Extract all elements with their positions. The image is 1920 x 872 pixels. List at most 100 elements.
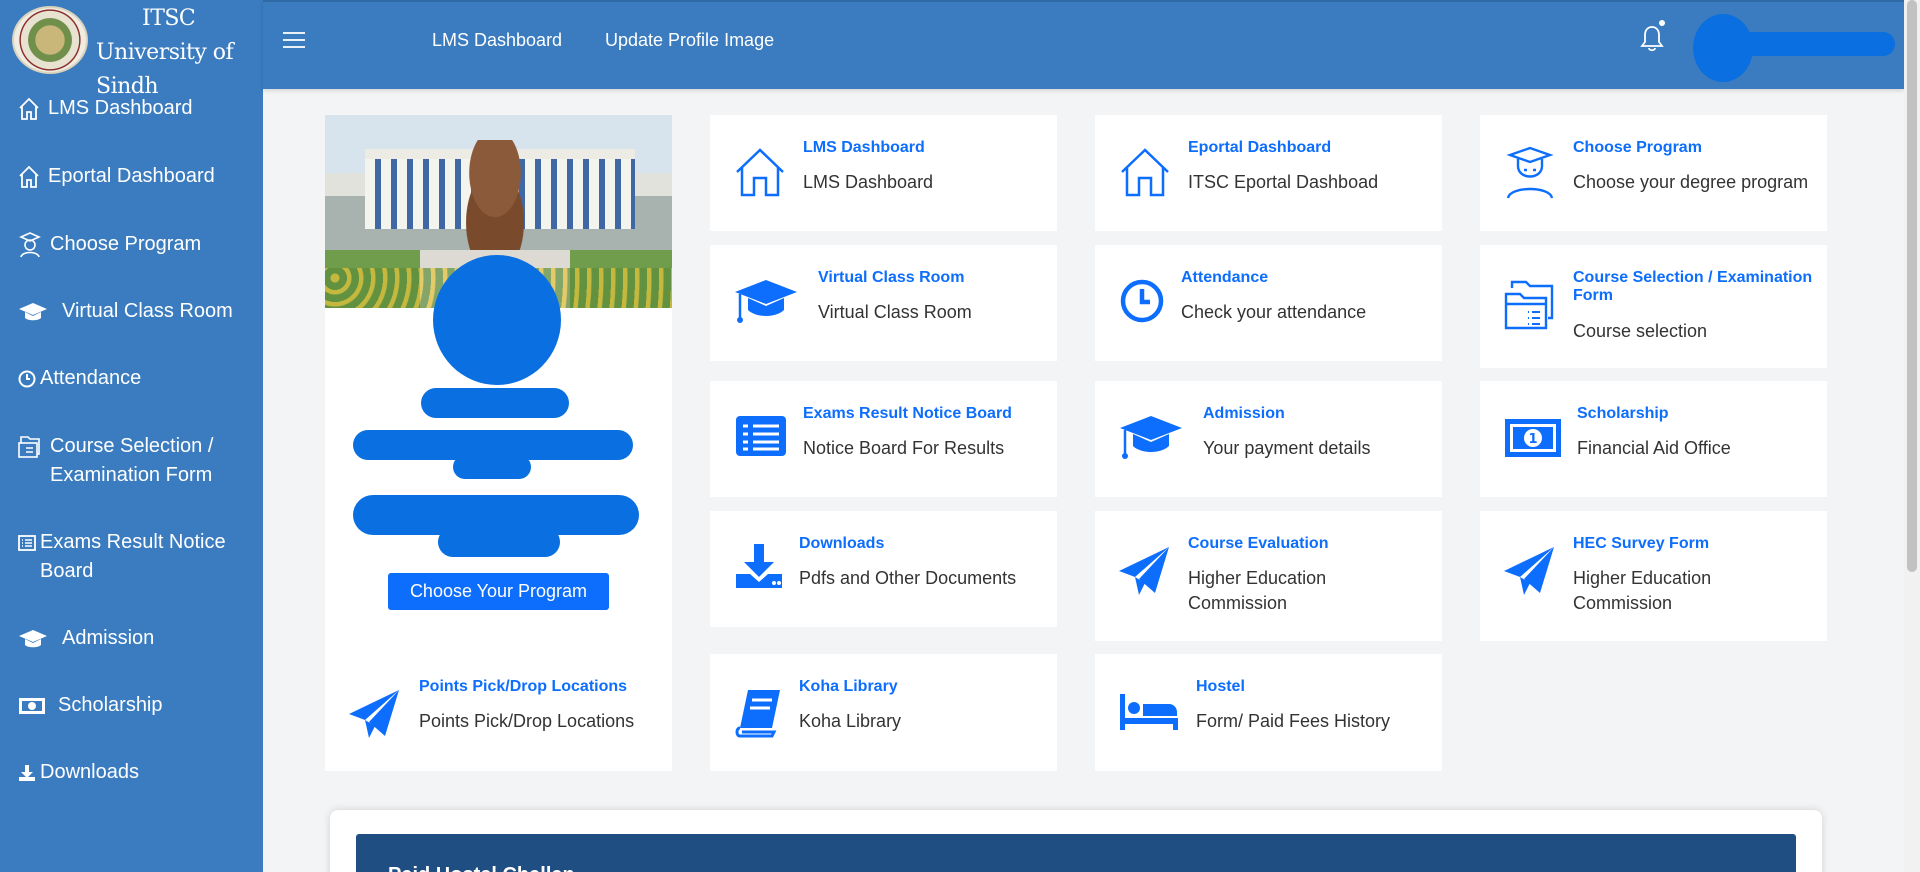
card-subtitle: LMS Dashboard — [803, 172, 934, 192]
card-admission[interactable]: Admission Your payment details — [1095, 381, 1442, 497]
card-subtitle: Virtual Class Room — [818, 302, 972, 322]
brand-line-2: University of Sindh — [96, 40, 234, 99]
card-subtitle: Points Pick/Drop Locations — [419, 711, 635, 731]
sidebar: ITSC University of Sindh LMS Dashboard E… — [0, 0, 263, 872]
sidebar-item-label: Choose Program — [50, 233, 202, 255]
card-subtitle: Form/ Paid Fees History — [1196, 711, 1391, 731]
scrollbar-thumb[interactable] — [1907, 0, 1917, 572]
money-icon: 1 — [1504, 418, 1562, 458]
home-icon — [734, 146, 786, 198]
topnav-link-lms-dashboard[interactable]: LMS Dashboard — [432, 30, 562, 51]
card-subtitle: Koha Library — [799, 711, 902, 731]
sidebar-item-label: Admission — [62, 627, 155, 649]
sidebar-item-choose-program[interactable]: Choose Program — [0, 230, 263, 259]
sidebar-item-admission[interactable]: Admission — [0, 624, 263, 653]
paper-plane-icon — [1502, 545, 1556, 597]
sidebar-item-label: Exams Result Notice Board — [40, 531, 226, 582]
bed-icon — [1119, 692, 1179, 732]
card-title: Exams Result Notice Board — [803, 405, 1012, 422]
card-course-evaluation[interactable]: Course Evaluation Higher Education Commi… — [1095, 511, 1442, 641]
graduation-cap-icon — [18, 624, 48, 653]
card-subtitle: Course selection — [1573, 321, 1708, 341]
sidebar-item-label: Virtual Class Room — [62, 300, 233, 322]
card-subtitle: Your payment details — [1203, 438, 1371, 458]
card-hostel[interactable]: Hostel Form/ Paid Fees History — [1095, 654, 1442, 771]
list-icon — [734, 414, 788, 458]
home-icon — [18, 162, 40, 191]
card-subtitle: Higher Education Commission — [1188, 568, 1327, 613]
sidebar-item-label: Attendance — [40, 367, 142, 389]
card-course-selection[interactable]: Course Selection / Examination Form Cour… — [1480, 245, 1827, 368]
clock-icon — [1119, 278, 1165, 324]
panel-heading: Paid Hostel Challan — [356, 834, 1796, 872]
choose-your-program-button[interactable]: Choose Your Program — [388, 573, 609, 610]
card-title: HEC Survey Form — [1573, 535, 1710, 552]
card-title: Admission — [1203, 405, 1285, 422]
download-icon — [18, 758, 36, 787]
card-title: Koha Library — [799, 678, 898, 695]
user-menu[interactable] — [1685, 12, 1920, 82]
card-eportal-dashboard[interactable]: Eportal Dashboard ITSC Eportal Dashboad — [1095, 115, 1442, 231]
top-navbar: LMS Dashboard Update Profile Image — [263, 0, 1904, 89]
card-virtual-class-room[interactable]: Virtual Class Room Virtual Class Room — [710, 245, 1057, 361]
sidebar-item-virtual-class-room[interactable]: Virtual Class Room — [0, 297, 263, 326]
redacted-info — [453, 455, 531, 479]
redacted-info — [438, 527, 560, 557]
topnav-link-update-profile-image[interactable]: Update Profile Image — [605, 30, 774, 51]
card-title: Scholarship — [1577, 405, 1669, 422]
clock-icon — [18, 364, 36, 393]
card-lms-dashboard[interactable]: LMS Dashboard LMS Dashboard — [710, 115, 1057, 231]
sidebar-item-label: Eportal Dashboard — [48, 165, 215, 187]
bell-icon[interactable] — [1640, 24, 1664, 57]
list-icon — [18, 528, 36, 557]
card-title: Hostel — [1196, 678, 1245, 695]
card-title: Course Selection / Examination Form — [1573, 269, 1813, 304]
card-title: Downloads — [799, 535, 885, 552]
graduation-cap-icon — [1119, 414, 1183, 460]
card-subtitle: Notice Board For Results — [803, 438, 1005, 458]
graduation-cap-icon — [18, 297, 48, 326]
svg-text:1: 1 — [1528, 432, 1537, 447]
card-subtitle: Financial Aid Office — [1577, 438, 1731, 458]
university-logo — [12, 6, 88, 74]
card-title: Choose Program — [1573, 139, 1702, 156]
card-title: Points Pick/Drop Locations — [419, 678, 628, 695]
hamburger-menu-icon[interactable] — [283, 32, 305, 48]
brand[interactable]: ITSC University of Sindh — [0, 0, 263, 99]
redacted-name — [421, 388, 569, 418]
graduation-cap-icon — [734, 278, 798, 324]
graduate-icon — [18, 230, 42, 259]
hostel-challan-panel: Paid Hostel Challan — [330, 810, 1822, 872]
sidebar-item-attendance[interactable]: Attendance — [0, 364, 263, 393]
brand-line-1: ITSC — [142, 6, 196, 31]
vertical-scrollbar[interactable] — [1904, 0, 1920, 872]
sidebar-item-course-selection[interactable]: Course Selection / Examination Form — [0, 432, 263, 490]
notification-dot — [1659, 20, 1665, 26]
sidebar-item-scholarship[interactable]: Scholarship — [0, 691, 263, 720]
sidebar-item-downloads[interactable]: Downloads — [0, 758, 263, 787]
graduate-icon — [1504, 146, 1556, 200]
card-scholarship[interactable]: 1 Scholarship Financial Aid Office — [1480, 381, 1827, 497]
card-choose-program[interactable]: Choose Program Choose your degree progra… — [1480, 115, 1827, 231]
card-subtitle: Higher Education Commission — [1573, 568, 1712, 613]
sidebar-item-eportal-dashboard[interactable]: Eportal Dashboard — [0, 162, 263, 191]
card-hec-survey-form[interactable]: HEC Survey Form Higher Education Commiss… — [1480, 511, 1827, 641]
card-koha-library[interactable]: Koha Library Koha Library — [710, 654, 1057, 771]
card-points-pick-drop[interactable]: Points Pick/Drop Locations Points Pick/D… — [325, 654, 672, 771]
card-subtitle: Check your attendance — [1181, 302, 1367, 322]
card-subtitle: Choose your degree program — [1573, 172, 1809, 192]
card-exams-result-notice-board[interactable]: Exams Result Notice Board Notice Board F… — [710, 381, 1057, 497]
card-attendance[interactable]: Attendance Check your attendance — [1095, 245, 1442, 361]
card-title: Course Evaluation — [1188, 535, 1329, 552]
card-subtitle: Pdfs and Other Documents — [799, 568, 1017, 588]
book-icon — [734, 688, 784, 738]
home-icon — [18, 94, 40, 123]
paper-plane-icon — [1117, 545, 1171, 597]
sidebar-item-label: Course Selection / Examination Form — [50, 435, 214, 486]
card-title: LMS Dashboard — [803, 139, 925, 156]
sidebar-item-label: Scholarship — [58, 694, 163, 716]
card-downloads[interactable]: Downloads Pdfs and Other Documents — [710, 511, 1057, 627]
sidebar-item-exams-result[interactable]: Exams Result Notice Board — [0, 528, 263, 586]
brand-title: ITSC University of Sindh — [96, 2, 263, 104]
folder-icon — [18, 432, 42, 461]
